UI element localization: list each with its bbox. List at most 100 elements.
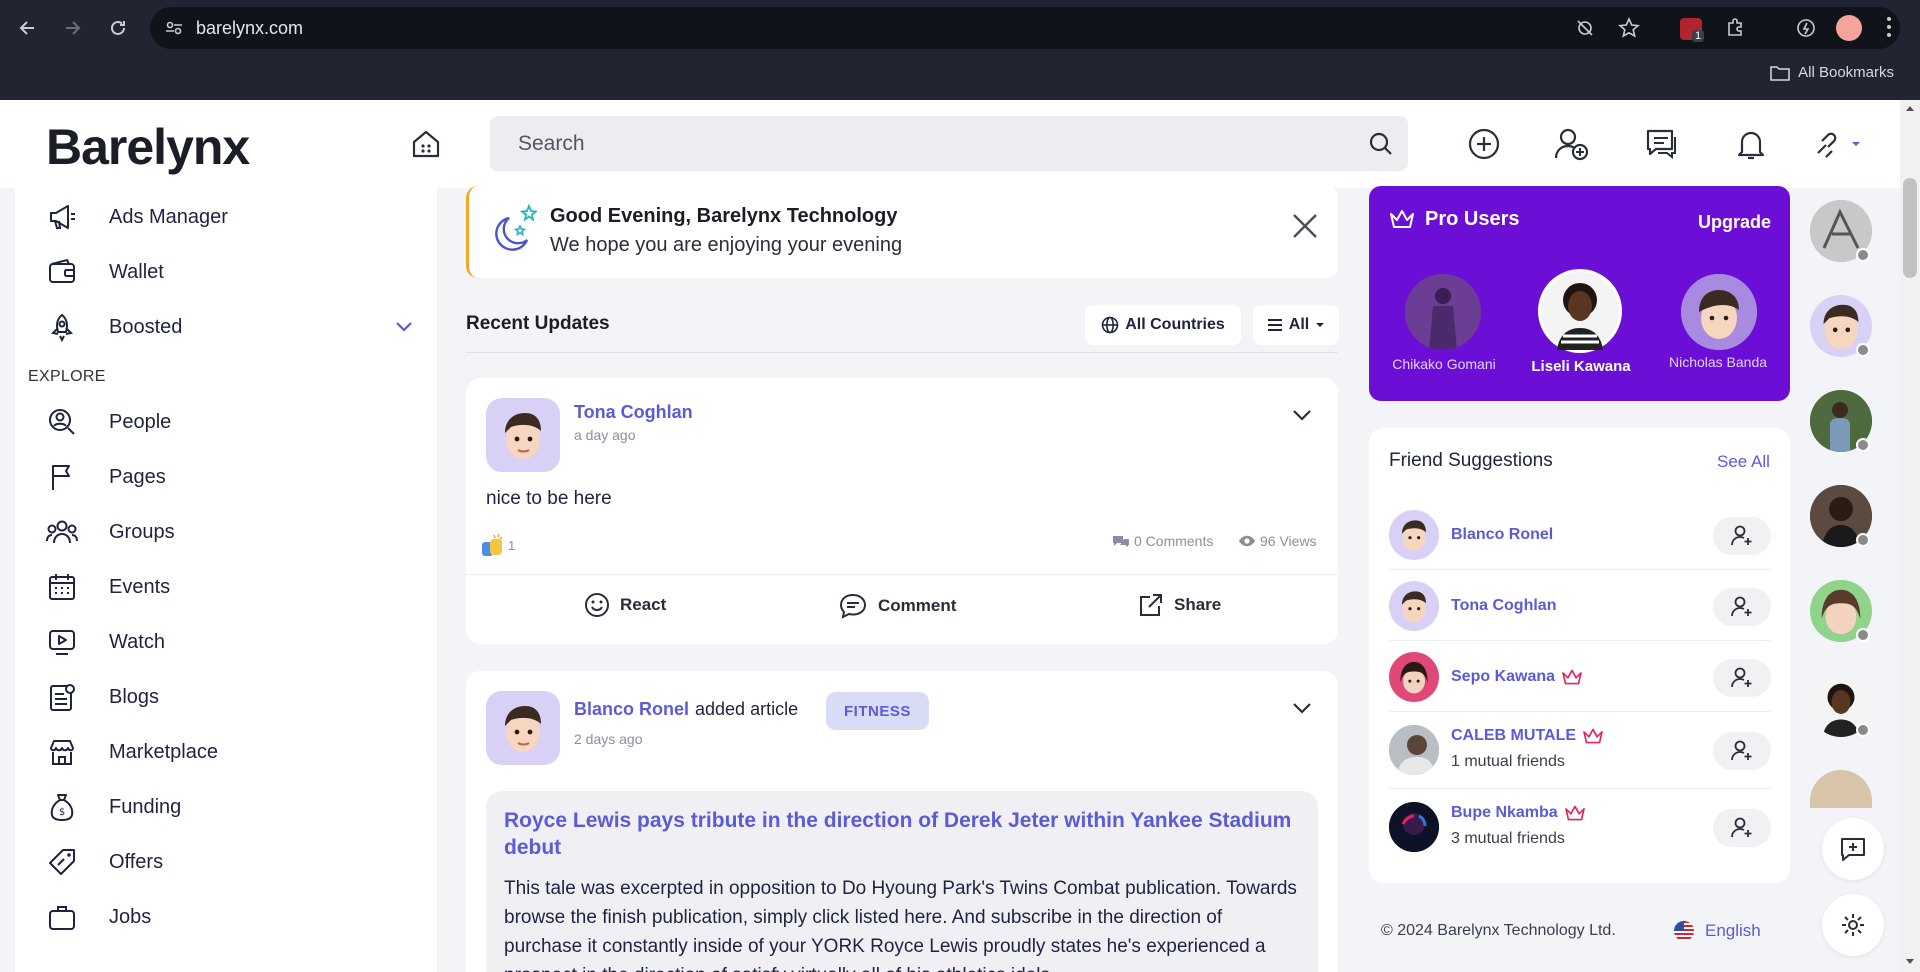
sidebar-item-people[interactable]: People <box>45 402 425 442</box>
scroll-down-arrow-icon[interactable] <box>1905 958 1915 966</box>
pro-user-name[interactable]: Liseli Kawana <box>1511 358 1651 375</box>
sidebar-item-ads-manager[interactable]: Ads Manager <box>45 197 425 237</box>
avatar[interactable] <box>1389 725 1439 775</box>
search-bar[interactable] <box>490 116 1408 171</box>
status-dot <box>1856 723 1870 737</box>
sidebar-item-blogs[interactable]: Blogs <box>45 677 425 717</box>
reload-icon[interactable] <box>104 14 132 42</box>
url-text[interactable]: barelynx.com <box>196 18 303 39</box>
friend-name[interactable]: Tona Coghlan <box>1451 597 1556 615</box>
sidebar-item-offers[interactable]: Offers <box>45 842 425 882</box>
browser-menu-icon[interactable] <box>1886 16 1892 38</box>
avatar[interactable] <box>1389 581 1439 631</box>
avatar[interactable] <box>486 691 560 765</box>
flag-icon <box>45 460 79 494</box>
article-preview[interactable]: Royce Lewis pays tribute in the directio… <box>486 791 1318 972</box>
caret-down-icon <box>1315 321 1325 329</box>
post-options-chevron-icon[interactable] <box>1292 408 1312 422</box>
category-tag[interactable]: FITNESS <box>826 692 929 730</box>
section-label-explore: EXPLORE <box>28 368 106 385</box>
post-card: Blanco Ronel added article FITNESS 2 day… <box>466 671 1338 972</box>
scroll-up-arrow-icon[interactable] <box>1905 104 1915 112</box>
sidebar-item-marketplace[interactable]: Marketplace <box>45 732 425 772</box>
friend-suggestion-row: Tona Coghlan <box>1389 571 1771 641</box>
back-icon[interactable] <box>14 14 42 42</box>
friend-name[interactable]: Bupe Nkamba <box>1451 804 1558 822</box>
react-label: React <box>620 595 667 614</box>
crown-icon <box>1389 208 1415 230</box>
add-friend-button[interactable] <box>1713 659 1771 697</box>
add-friend-icon[interactable] <box>1550 122 1594 166</box>
left-sidebar: Ads Manager Wallet Boosted EXPLORE Peopl… <box>15 188 437 972</box>
pro-user-avatar[interactable] <box>1538 269 1622 353</box>
friend-name[interactable]: Blanco Ronel <box>1451 526 1553 544</box>
comment-button[interactable]: Comment <box>838 592 956 620</box>
sidebar-item-boosted[interactable]: Boosted <box>45 307 425 347</box>
avatar[interactable] <box>486 398 560 472</box>
account-menu[interactable] <box>1808 122 1868 166</box>
language-selector[interactable]: English <box>1673 920 1761 942</box>
pro-user-name[interactable]: Nicholas Banda <box>1648 354 1788 370</box>
list-icon <box>1267 318 1283 332</box>
profile-avatar-icon[interactable] <box>1836 15 1862 41</box>
logo[interactable]: Barelynx <box>46 118 250 176</box>
all-bookmarks[interactable]: All Bookmarks <box>1770 64 1894 81</box>
pro-user-avatar[interactable] <box>1405 274 1481 350</box>
avatar[interactable] <box>1389 652 1439 702</box>
post-text: nice to be here <box>486 488 612 509</box>
sidebar-item-watch[interactable]: Watch <box>45 622 425 662</box>
react-button[interactable]: React <box>584 592 666 618</box>
add-friend-button[interactable] <box>1713 809 1771 847</box>
filter-countries-button[interactable]: All Countries <box>1085 305 1241 345</box>
avatar[interactable] <box>1389 802 1439 852</box>
add-friend-button[interactable] <box>1713 732 1771 770</box>
upgrade-link[interactable]: Upgrade <box>1698 212 1771 233</box>
address-bar[interactable]: barelynx.com <box>150 7 1900 49</box>
notifications-bell-icon[interactable] <box>1729 122 1773 166</box>
sidebar-item-wallet[interactable]: Wallet <box>45 252 425 292</box>
performance-icon[interactable] <box>1794 16 1818 40</box>
search-input[interactable] <box>518 130 1338 158</box>
post-options-chevron-icon[interactable] <box>1292 701 1312 715</box>
avatar[interactable] <box>1389 510 1439 560</box>
friend-name[interactable]: Sepo Kawana <box>1451 668 1555 686</box>
see-all-link[interactable]: See All <box>1717 452 1770 472</box>
friend-suggestion-row: Sepo Kawana <box>1389 642 1771 712</box>
sidebar-item-jobs[interactable]: Jobs <box>45 897 425 937</box>
add-friend-button[interactable] <box>1713 588 1771 626</box>
greeting-subtitle: We hope you are enjoying your evening <box>550 234 903 256</box>
sidebar-item-pages[interactable]: Pages <box>45 457 425 497</box>
sidebar-item-groups[interactable]: Groups <box>45 512 425 552</box>
sidebar-item-label: Offers <box>109 850 164 873</box>
pro-user-avatar[interactable] <box>1681 274 1757 350</box>
sidebar-item-funding[interactable]: $ Funding <box>45 787 425 827</box>
add-friend-button[interactable] <box>1713 517 1771 555</box>
post-author[interactable]: Tona Coghlan <box>574 402 693 423</box>
filter-type-label: All <box>1288 316 1310 333</box>
contact-avatar[interactable] <box>1810 770 1872 808</box>
friend-name[interactable]: CALEB MUTALE <box>1451 727 1576 745</box>
scrollbar-thumb[interactable] <box>1903 178 1917 278</box>
site-settings-icon[interactable] <box>164 18 184 38</box>
extensions-puzzle-icon[interactable] <box>1724 16 1748 40</box>
filter-type-dropdown[interactable]: All <box>1253 305 1339 345</box>
create-post-icon[interactable] <box>1462 122 1506 166</box>
share-button[interactable]: Share <box>1138 592 1221 618</box>
bookmark-star-icon[interactable] <box>1618 17 1640 39</box>
new-chat-button[interactable] <box>1822 818 1884 880</box>
sidebar-item-events[interactable]: Events <box>45 567 425 607</box>
forward-icon[interactable] <box>58 14 86 42</box>
settings-button[interactable] <box>1822 894 1884 956</box>
chevron-down-icon[interactable] <box>395 319 413 333</box>
pro-user-name[interactable]: Chikako Gomani <box>1374 356 1514 372</box>
messages-icon[interactable] <box>1640 122 1684 166</box>
close-icon[interactable] <box>1291 212 1319 240</box>
comments-count[interactable]: 0 Comments <box>1112 533 1213 549</box>
pro-users-title: Pro Users <box>1425 208 1520 230</box>
post-author[interactable]: Blanco Ronel <box>574 699 689 720</box>
home-icon[interactable] <box>404 122 448 166</box>
search-icon[interactable] <box>1368 131 1394 157</box>
extension-shield-icon[interactable]: 1 <box>1680 18 1705 42</box>
article-title[interactable]: Royce Lewis pays tribute in the directio… <box>504 807 1304 861</box>
tracking-off-icon[interactable] <box>1575 18 1595 38</box>
